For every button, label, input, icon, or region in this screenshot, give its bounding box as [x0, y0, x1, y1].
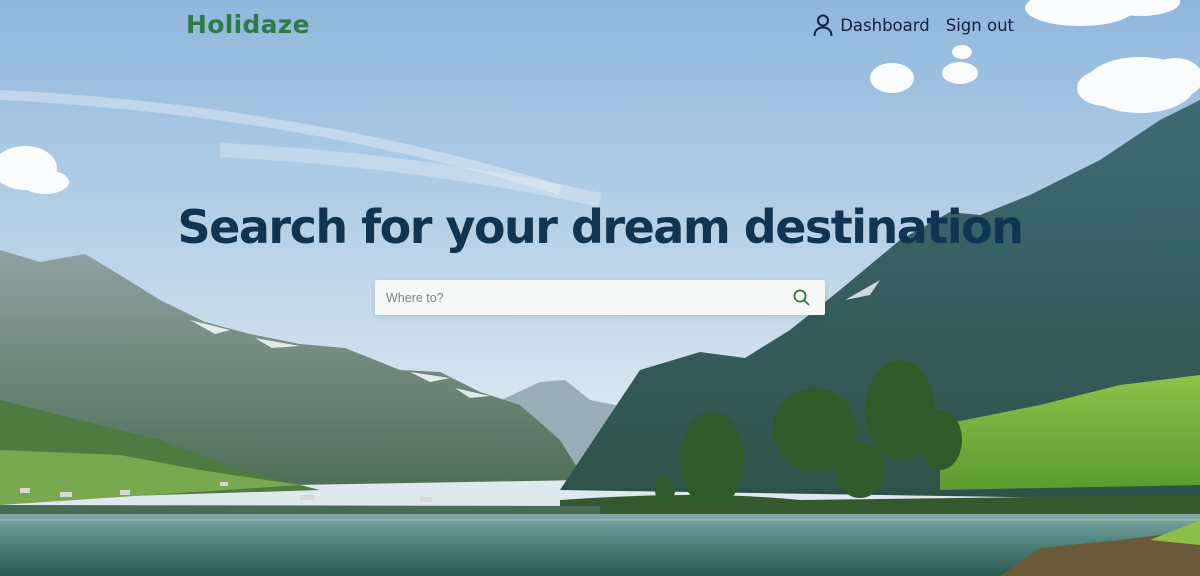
hero-headline: Search for your dream destination — [177, 200, 1024, 254]
nav-dashboard-link[interactable]: Dashboard — [812, 13, 930, 37]
user-icon — [812, 13, 834, 37]
search-button[interactable] — [792, 288, 811, 307]
destination-search-input[interactable] — [375, 280, 775, 315]
brand-logo[interactable]: Holidaze — [186, 10, 310, 39]
nav-dashboard-label: Dashboard — [840, 15, 930, 35]
nav-sign-out-link[interactable]: Sign out — [946, 16, 1014, 35]
main-nav: Dashboard Sign out — [812, 13, 1014, 37]
nav-sign-out-label: Sign out — [945, 15, 1014, 35]
destination-search-box — [375, 280, 825, 315]
search-icon — [792, 289, 811, 310]
top-navbar: Holidaze Dashboard Sign out — [0, 0, 1200, 56]
